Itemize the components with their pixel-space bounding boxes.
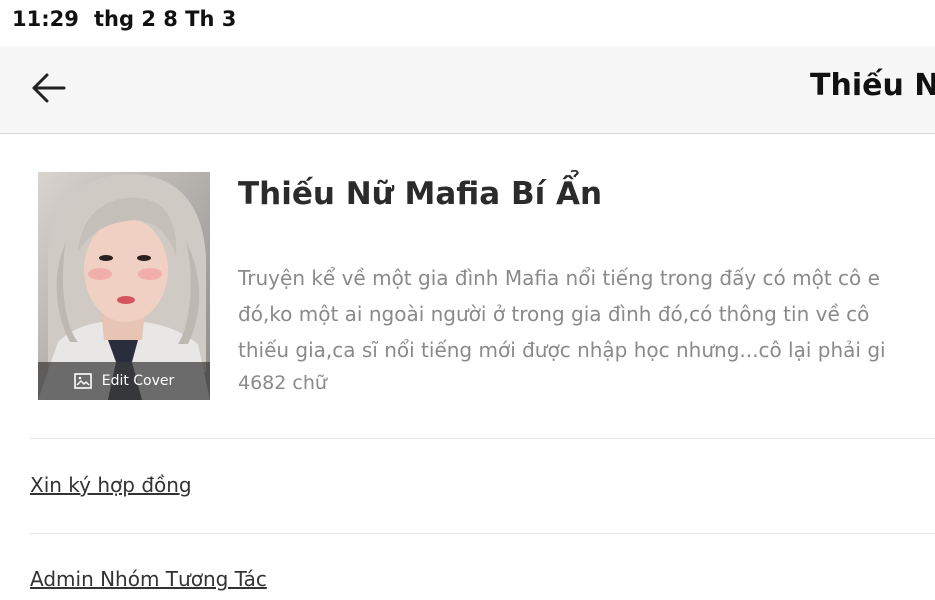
admin-group-link[interactable]: Admin Nhóm Tương Tác bbox=[30, 567, 267, 591]
contract-link[interactable]: Xin ký hợp đồng bbox=[30, 473, 192, 497]
image-icon bbox=[73, 373, 92, 389]
status-date: thg 2 8 Th 3 bbox=[94, 7, 237, 31]
synopsis-line: thiếu gia,ca sĩ nổi tiếng mới được nhập … bbox=[238, 338, 886, 362]
book-synopsis: Truyện kể về một gia đình Mafia nổi tiến… bbox=[238, 260, 935, 368]
back-button[interactable] bbox=[26, 66, 70, 110]
synopsis-line: đó,ko một ai ngoài người ở trong gia đìn… bbox=[238, 302, 870, 326]
book-cover[interactable]: Edit Cover bbox=[38, 172, 210, 400]
navigation-bar: Thiếu Nữ bbox=[0, 46, 935, 134]
arrow-left-icon bbox=[32, 73, 66, 103]
edit-cover-button[interactable]: Edit Cover bbox=[38, 362, 210, 400]
status-bar: 11:29 thg 2 8 Th 3 bbox=[0, 0, 935, 46]
book-info: Edit Cover Thiếu Nữ Mafia Bí Ẩn Truyện k… bbox=[0, 134, 935, 437]
divider bbox=[30, 438, 935, 439]
book-title: Thiếu Nữ Mafia Bí Ẩn bbox=[238, 176, 603, 212]
edit-cover-label: Edit Cover bbox=[101, 373, 175, 389]
word-count: 4682 chữ bbox=[238, 372, 327, 394]
page-title: Thiếu Nữ bbox=[810, 68, 935, 103]
status-time: 11:29 bbox=[12, 7, 79, 31]
divider bbox=[30, 533, 935, 534]
synopsis-line: Truyện kể về một gia đình Mafia nổi tiến… bbox=[238, 266, 880, 290]
